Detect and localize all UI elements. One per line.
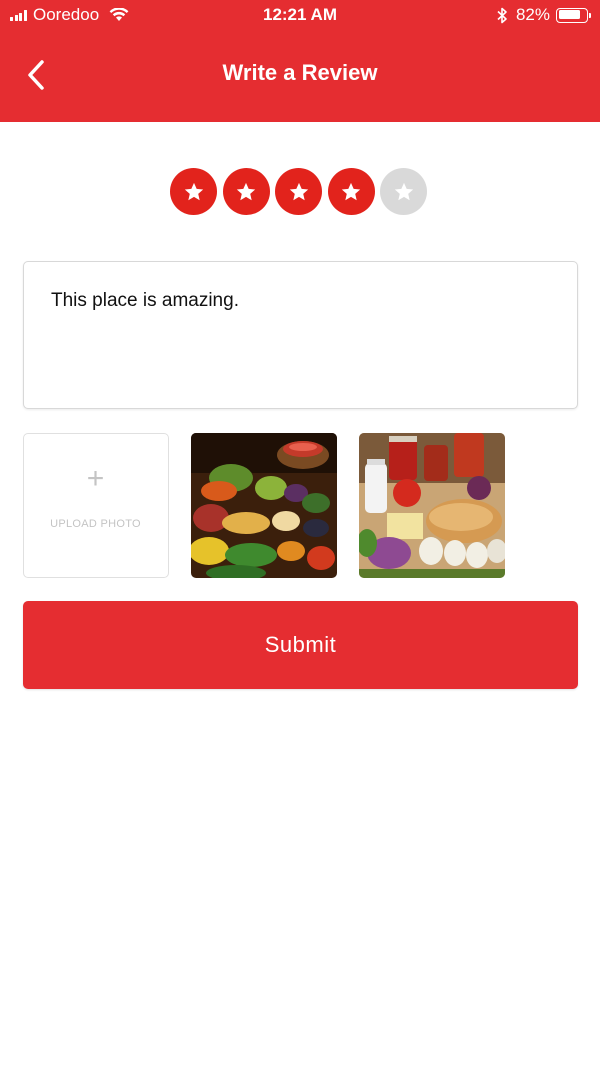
app-header: Ooredoo 12:21 AM 82% Write a Review xyxy=(0,0,600,122)
star-icon xyxy=(394,182,413,200)
bluetooth-icon xyxy=(497,7,507,23)
star-icon xyxy=(341,182,361,200)
photo-thumbnail-groceries[interactable] xyxy=(359,433,505,578)
vegetables-photo-image xyxy=(191,433,337,578)
battery-icon xyxy=(556,7,591,23)
star-1-filled[interactable] xyxy=(170,168,217,215)
star-4-filled[interactable] xyxy=(327,168,375,215)
status-right: 82% xyxy=(497,5,591,25)
battery-percentage: 82% xyxy=(515,5,550,24)
status-bar: Ooredoo 12:21 AM 82% xyxy=(0,0,600,32)
groceries-photo-image xyxy=(359,433,505,578)
review-text-field[interactable]: This place is amazing. xyxy=(23,261,578,409)
star-3-filled[interactable] xyxy=(275,168,322,215)
upload-photo-label: UPLOAD PHOTO xyxy=(50,518,141,530)
star-rating[interactable] xyxy=(170,168,433,215)
battery-level xyxy=(558,10,580,19)
star-icon xyxy=(184,182,203,200)
review-text[interactable]: This place is amazing. xyxy=(51,290,550,312)
star-5-empty[interactable] xyxy=(380,168,427,215)
star-2-filled[interactable] xyxy=(222,168,270,215)
star-icon xyxy=(289,182,308,200)
star-icon xyxy=(236,182,256,200)
plus-icon: + xyxy=(86,462,105,495)
submit-button[interactable]: Submit xyxy=(23,601,578,689)
page-title: Write a Review xyxy=(222,60,378,85)
photo-thumbnail-vegetables[interactable] xyxy=(191,433,337,578)
upload-photo-button[interactable]: + UPLOAD PHOTO xyxy=(23,433,169,578)
